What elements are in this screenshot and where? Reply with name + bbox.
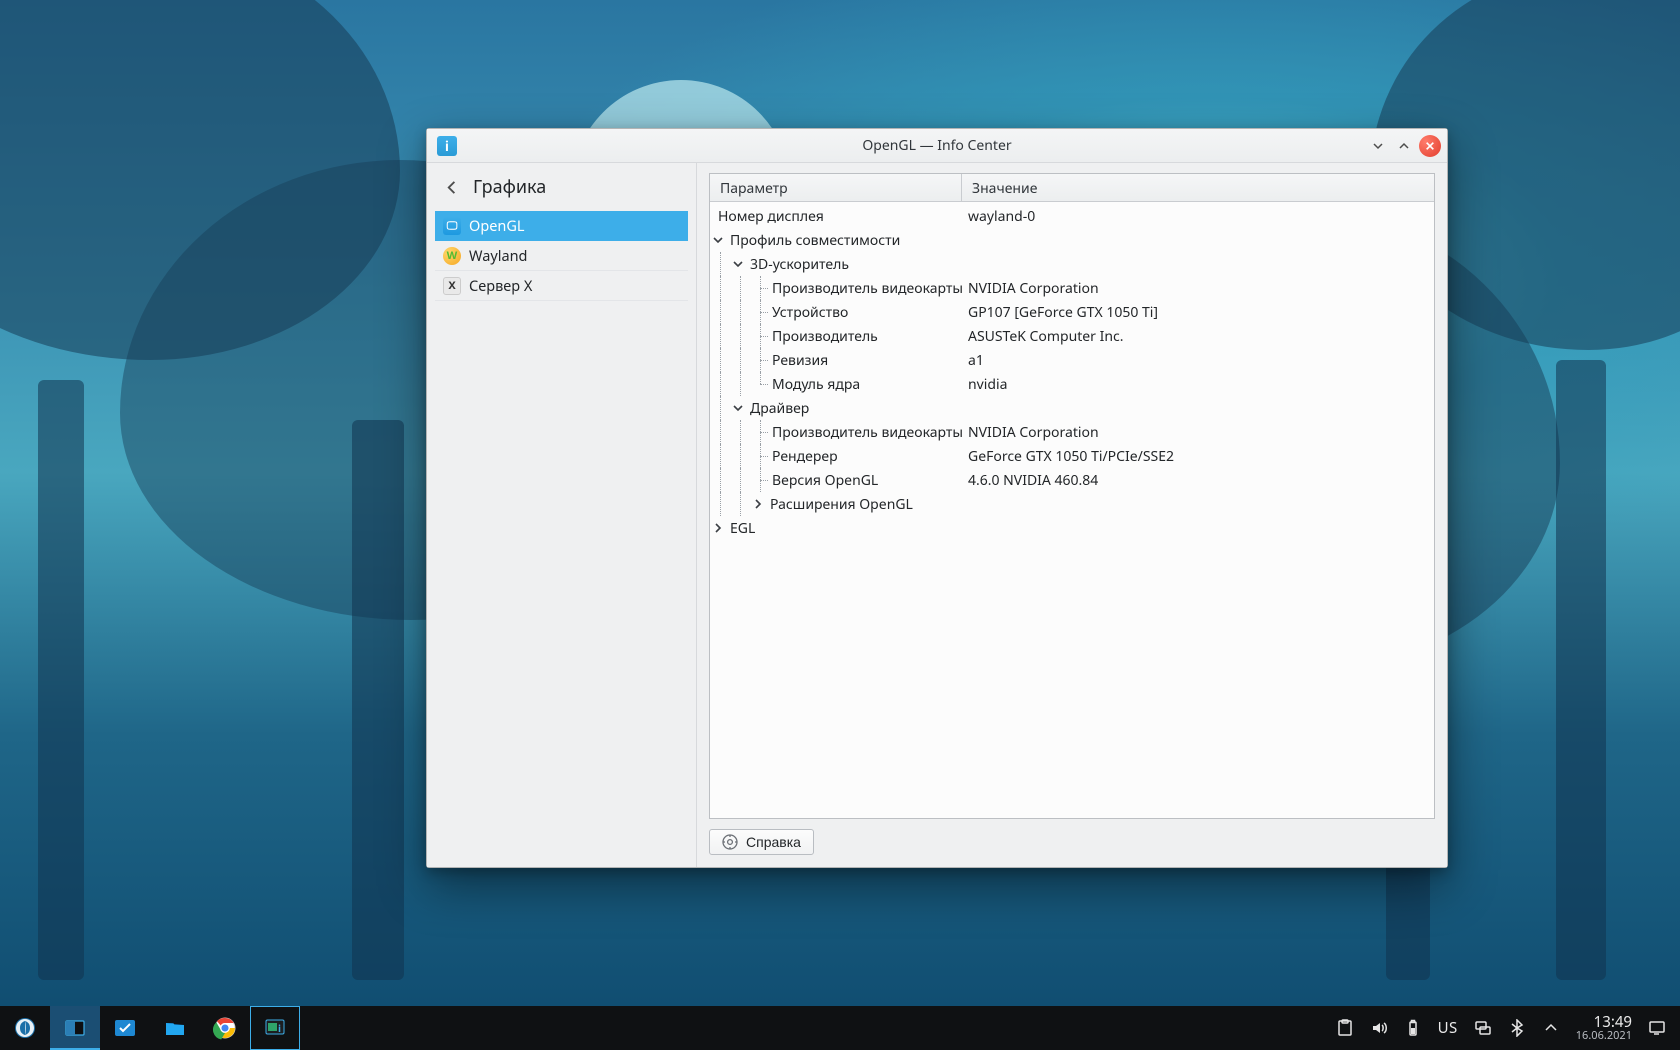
sidebar-item-xserver[interactable]: X Сервер X [435, 271, 688, 301]
chevron-down-icon[interactable] [710, 232, 726, 248]
info-center-window: i OpenGL — Info Center Графика 🖵 OpenGL [426, 128, 1448, 868]
taskbar-app-discover[interactable] [100, 1006, 150, 1050]
tray-keyboard-layout[interactable]: US [1438, 1018, 1458, 1038]
sidebar: Графика 🖵 OpenGL W Wayland X Сервер X [427, 163, 697, 867]
wayland-icon: W [443, 247, 461, 265]
tree-row[interactable]: 3D-ускоритель [710, 252, 1434, 276]
taskbar: i US 13:49 16.06.2021 [0, 1006, 1680, 1050]
taskbar-pager[interactable] [50, 1006, 100, 1050]
taskbar-app-chrome[interactable] [200, 1006, 250, 1050]
column-header-param[interactable]: Параметр [710, 174, 962, 201]
chevron-right-icon[interactable] [750, 496, 766, 512]
back-button[interactable] [441, 176, 463, 198]
tree-row[interactable]: Профиль совместимости [710, 228, 1434, 252]
tree-row[interactable]: Модуль ядраnvidia [710, 372, 1434, 396]
app-icon: i [437, 136, 457, 156]
taskbar-app-dolphin[interactable] [150, 1006, 200, 1050]
maximize-button[interactable] [1393, 135, 1415, 157]
tree-row[interactable]: Версия OpenGL4.6.0 NVIDIA 460.84 [710, 468, 1434, 492]
tree-row[interactable]: ПроизводительASUSTeK Computer Inc. [710, 324, 1434, 348]
tree-row[interactable]: Номер дисплея wayland-0 [710, 204, 1434, 228]
tree-row[interactable]: РендерерGeForce GTX 1050 Ti/PCIe/SSE2 [710, 444, 1434, 468]
tray-network-icon[interactable] [1474, 1019, 1492, 1037]
sidebar-item-label: Сервер X [469, 276, 532, 296]
column-header-value[interactable]: Значение [962, 174, 1434, 201]
property-tree: Параметр Значение Номер дисплея wayland-… [709, 173, 1435, 819]
help-button[interactable]: Справка [709, 829, 814, 855]
tray-clipboard-icon[interactable] [1336, 1019, 1354, 1037]
tray-bluetooth-icon[interactable] [1508, 1019, 1526, 1037]
window-title: OpenGL — Info Center [862, 136, 1011, 155]
tree-row[interactable]: Расширения OpenGL [710, 492, 1434, 516]
xorg-icon: X [443, 277, 461, 295]
chevron-down-icon[interactable] [730, 400, 746, 416]
sidebar-item-wayland[interactable]: W Wayland [435, 241, 688, 271]
opengl-icon: 🖵 [443, 217, 461, 235]
minimize-button[interactable] [1367, 135, 1389, 157]
help-icon [722, 834, 738, 850]
sidebar-section-title: Графика [473, 175, 546, 199]
tree-row[interactable]: УстройствоGP107 [GeForce GTX 1050 Ti] [710, 300, 1434, 324]
tree-row[interactable]: Драйвер [710, 396, 1434, 420]
svg-text:i: i [278, 1021, 281, 1035]
close-button[interactable] [1419, 135, 1441, 157]
sidebar-item-opengl[interactable]: 🖵 OpenGL [435, 211, 688, 241]
tree-row[interactable]: Ревизияa1 [710, 348, 1434, 372]
chevron-right-icon[interactable] [710, 520, 726, 536]
tray-battery-icon[interactable] [1404, 1019, 1422, 1037]
taskbar-app-infocenter[interactable]: i [250, 1006, 300, 1050]
sidebar-item-label: OpenGL [469, 216, 525, 236]
tree-row[interactable]: Производитель видеокартыNVIDIA Corporati… [710, 420, 1434, 444]
tree-row[interactable]: Производитель видеокартыNVIDIA Corporati… [710, 276, 1434, 300]
tree-body[interactable]: Номер дисплея wayland-0 Профиль совмести… [710, 202, 1434, 818]
chevron-down-icon[interactable] [730, 256, 746, 272]
tree-row[interactable]: EGL [710, 516, 1434, 540]
tray-volume-icon[interactable] [1370, 1019, 1388, 1037]
tray-clock[interactable]: 13:49 16.06.2021 [1576, 1014, 1632, 1043]
titlebar[interactable]: i OpenGL — Info Center [427, 129, 1447, 163]
tray-expand-icon[interactable] [1542, 1019, 1560, 1037]
tray-show-desktop-icon[interactable] [1648, 1019, 1666, 1037]
sidebar-item-label: Wayland [469, 246, 527, 266]
app-launcher-button[interactable] [0, 1006, 50, 1050]
